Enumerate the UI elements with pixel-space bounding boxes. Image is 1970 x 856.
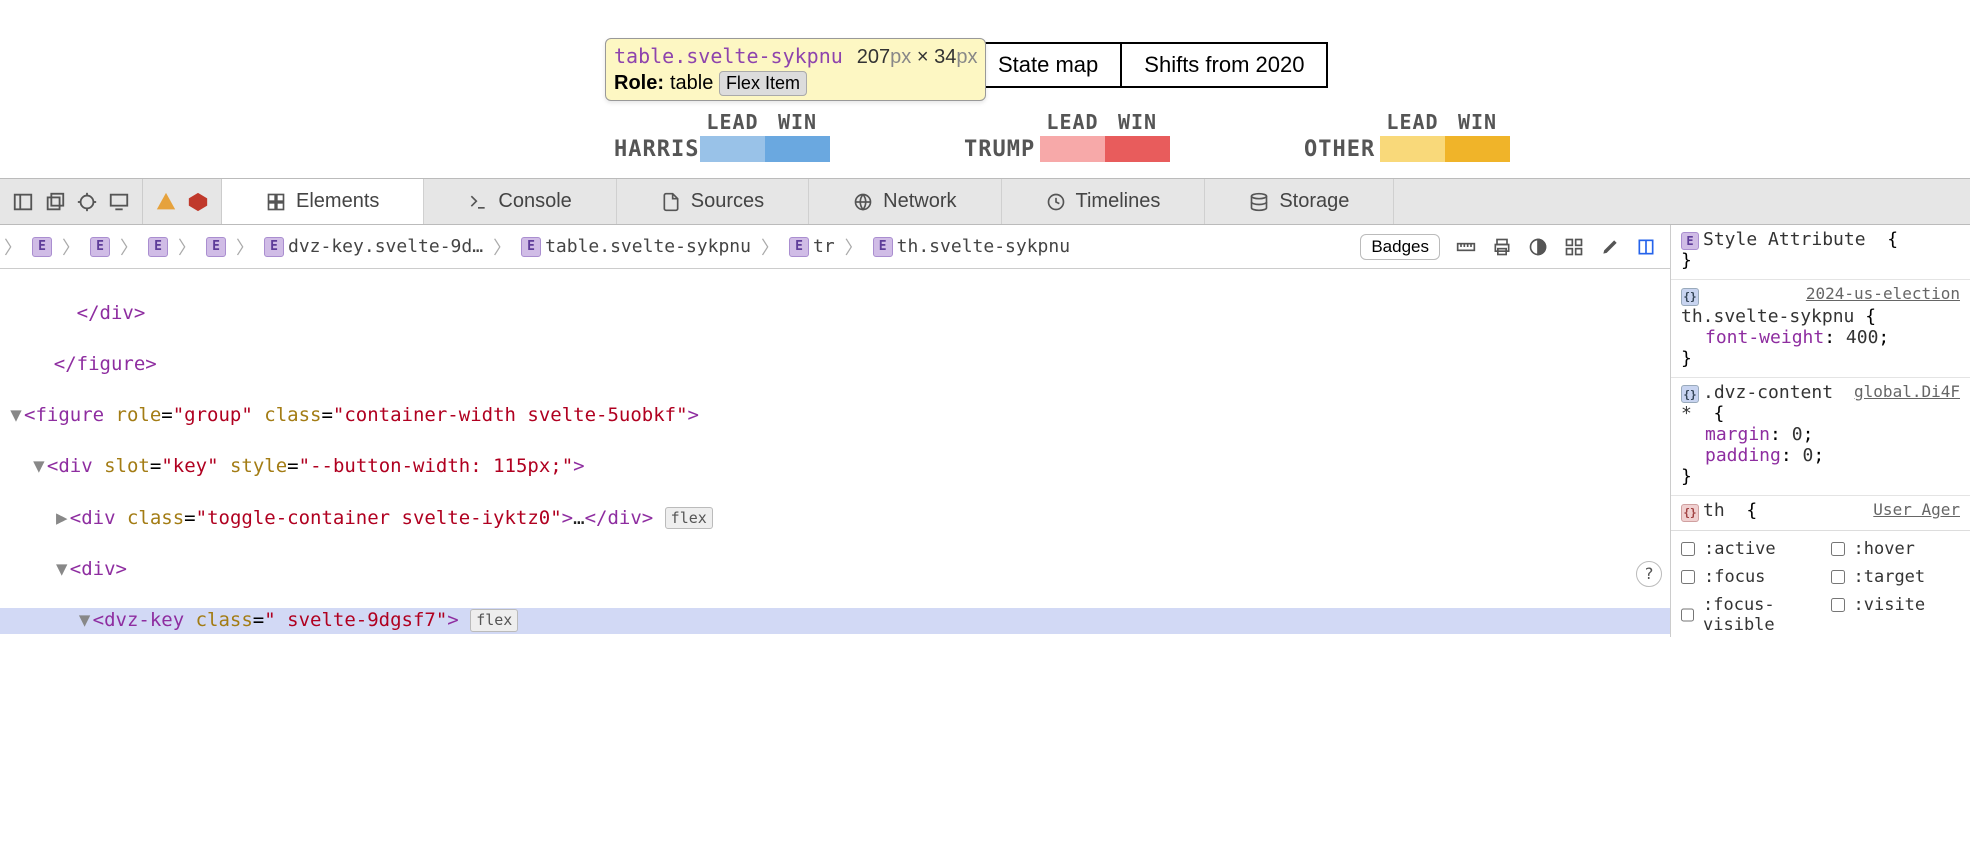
box-model-icon[interactable] [1636, 237, 1656, 257]
crumb-tr[interactable]: E tr [783, 236, 841, 257]
rule-style-attribute[interactable]: EStyle Attribute {} [1671, 225, 1970, 280]
timelines-icon [1046, 192, 1066, 212]
devtools-panel: Elements Console Sources Network Timelin… [0, 178, 1970, 637]
legend-trump: LEAD WIN TRUMP [960, 110, 1170, 164]
crumb-e1[interactable]: E [26, 237, 58, 257]
print-icon[interactable] [1492, 237, 1512, 257]
dock-popout-icon[interactable] [44, 191, 66, 213]
pseudo-target[interactable]: :target [1827, 563, 1965, 591]
tab-sources-label: Sources [691, 190, 764, 213]
sources-icon [661, 192, 681, 212]
swatch-harris-win [765, 136, 830, 162]
tab-sources[interactable]: Sources [617, 179, 809, 224]
page-tab-row: es State map Shifts from 2020 [930, 42, 1328, 88]
crumb-th[interactable]: E th.svelte-sykpnu [867, 236, 1076, 257]
rule-th-ua[interactable]: User Ager {}th { [1671, 496, 1970, 530]
pseudo-hover[interactable]: :hover [1827, 535, 1965, 563]
inspect-tooltip: table.svelte-sykpnu 207px × 34px Role: ta… [605, 38, 986, 101]
inspect-target-icon[interactable] [76, 191, 98, 213]
legend-lead-header: LEAD [700, 110, 765, 134]
grid-icon[interactable] [1564, 237, 1584, 257]
pseudo-class-toggles: :active :focus :focus-visible :focus-wit… [1671, 530, 1970, 638]
rule-dvz-content[interactable]: global.Di4F {}.dvz-content * { margin: 0… [1671, 378, 1970, 497]
tab-timelines-label: Timelines [1076, 190, 1161, 213]
pseudo-focus-visible[interactable]: :focus-visible [1677, 591, 1815, 638]
swatch-other-lead [1380, 136, 1445, 162]
tooltip-role-label: Role: [614, 72, 664, 94]
pseudo-active[interactable]: :active [1677, 535, 1815, 563]
breadcrumb-bar: 〉 E 〉 E 〉 E 〉 E 〉 E dvz-key.svelte-9d… 〉… [0, 225, 1670, 269]
legend-other-label: OTHER [1300, 137, 1380, 162]
legend-harris-label: HARRIS [610, 137, 700, 162]
contrast-icon[interactable] [1528, 237, 1548, 257]
network-icon [853, 192, 873, 212]
tooltip-selector: table.svelte-sykpnu [614, 43, 843, 69]
legend-harris: LEAD WIN HARRIS [610, 110, 930, 164]
storage-icon [1249, 192, 1269, 212]
crumb-table[interactable]: E table.svelte-sykpnu [515, 236, 757, 257]
legend-lead-header-3: LEAD [1380, 110, 1445, 134]
legend-win-header-2: WIN [1105, 110, 1170, 134]
console-icon [468, 192, 488, 212]
tooltip-dims: 207px × 34px [857, 44, 978, 70]
badges-button[interactable]: Badges [1360, 234, 1440, 260]
tooltip-role-value: table [670, 72, 713, 94]
warning-icon[interactable] [155, 191, 177, 213]
tab-state-map[interactable]: State map [974, 42, 1122, 88]
rule-th-svelte[interactable]: 2024-us-election {}th.svelte-sykpnu { fo… [1671, 280, 1970, 378]
tab-elements-label: Elements [296, 190, 379, 213]
crumb-e4[interactable]: E [200, 237, 232, 257]
swatch-trump-win [1105, 136, 1170, 162]
legend: LEAD WIN HARRIS LEAD WIN TRUMP [610, 110, 1540, 164]
crumb-e2[interactable]: E [84, 237, 116, 257]
tab-storage-label: Storage [1279, 190, 1349, 213]
legend-trump-label: TRUMP [960, 137, 1040, 162]
swatch-trump-lead [1040, 136, 1105, 162]
legend-other: LEAD WIN OTHER [1300, 110, 1510, 164]
page-content: table.svelte-sykpnu 207px × 34px Role: ta… [0, 0, 1970, 178]
legend-lead-header-2: LEAD [1040, 110, 1105, 134]
tooltip-flex-chip: Flex Item [719, 71, 807, 96]
legend-win-header-3: WIN [1445, 110, 1510, 134]
tab-elements[interactable]: Elements [222, 179, 424, 224]
tab-network-label: Network [883, 190, 956, 213]
swatch-other-win [1445, 136, 1510, 162]
tab-shifts[interactable]: Shifts from 2020 [1120, 42, 1328, 88]
tab-storage[interactable]: Storage [1205, 179, 1394, 224]
ruler-icon[interactable] [1456, 237, 1476, 257]
elements-icon [266, 192, 286, 212]
brush-icon[interactable] [1600, 237, 1620, 257]
tab-console[interactable]: Console [424, 179, 616, 224]
help-button[interactable]: ? [1636, 561, 1662, 587]
error-icon[interactable] [187, 191, 209, 213]
legend-win-header: WIN [765, 110, 830, 134]
dock-side-icon[interactable] [12, 191, 34, 213]
tab-console-label: Console [498, 190, 571, 213]
tab-timelines[interactable]: Timelines [1002, 179, 1206, 224]
pseudo-visited[interactable]: :visite [1827, 591, 1965, 619]
device-icon[interactable] [108, 191, 130, 213]
dom-tree[interactable]: </div> </figure> ▼<figure role="group" c… [0, 269, 1670, 637]
crumb-dvz[interactable]: E dvz-key.svelte-9d… [258, 236, 489, 257]
devtools-tab-bar: Elements Console Sources Network Timelin… [0, 179, 1970, 225]
tab-network[interactable]: Network [809, 179, 1001, 224]
pseudo-focus[interactable]: :focus [1677, 563, 1815, 591]
styles-pane: EStyle Attribute {} 2024-us-election {}t… [1670, 225, 1970, 637]
crumb-e3[interactable]: E [142, 237, 174, 257]
swatch-harris-lead [700, 136, 765, 162]
